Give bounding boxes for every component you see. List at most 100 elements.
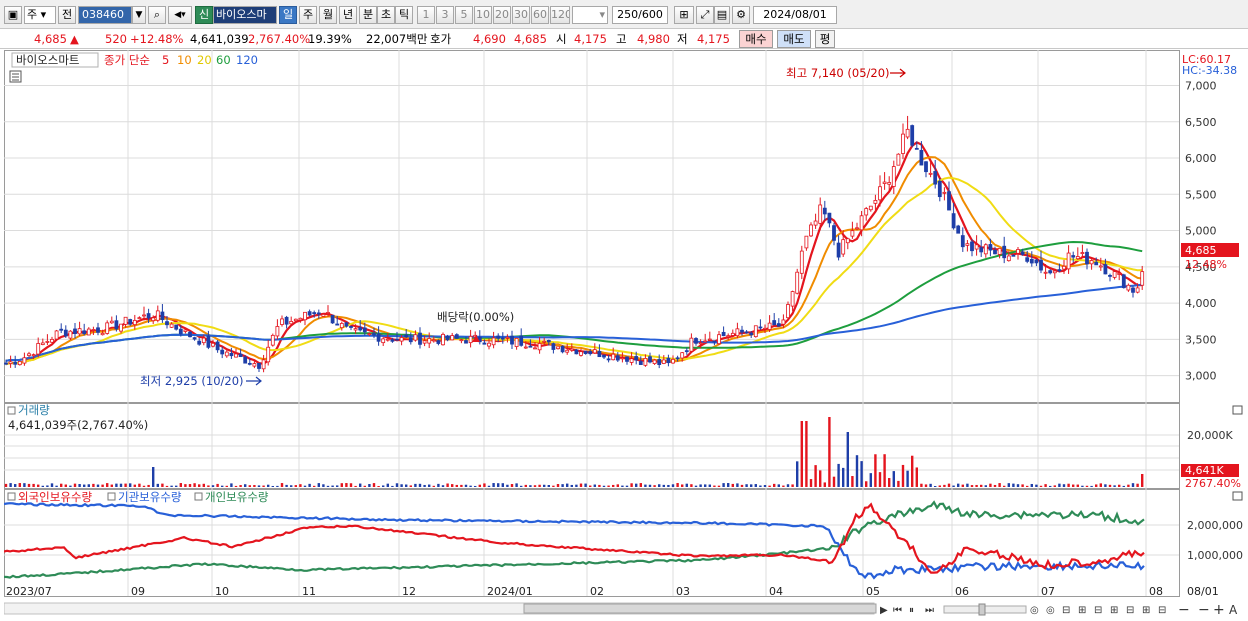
period-month[interactable]: 월 [319,6,337,24]
scroll-play-icon[interactable]: ▶ [880,605,888,616]
buy-button[interactable]: 매수 [739,30,773,48]
chart-tool7-icon[interactable]: ⊟ [1158,605,1166,616]
candle-body [220,349,225,355]
interval-20[interactable]: 20 [493,6,511,24]
candle-type-icon[interactable]: ⊞ [674,6,694,24]
period-year[interactable]: 년 [339,6,357,24]
period-minute[interactable]: 분 [359,6,377,24]
period-day[interactable]: 일 [279,6,297,24]
period-week[interactable]: 주 [299,6,317,24]
count-input[interactable]: 250/600 [612,6,668,24]
code-dropdown-icon[interactable]: ▼ [132,6,146,24]
candle-body [1085,251,1089,265]
candle-body [1126,284,1131,291]
chart-tool4-icon[interactable]: ⊞ [1110,605,1118,616]
chart-tool5-icon[interactable]: ⊟ [1126,605,1134,616]
chart-area[interactable]: 바이오스마트 종가 단순 5 10 20 60 120 최고 7,140 (05… [3,50,1244,618]
interval-30[interactable]: 30 [512,6,530,24]
candle-body [859,215,864,231]
eval-button[interactable]: 평 [815,30,835,48]
candle-body [450,335,455,341]
volume-bar [290,485,293,487]
candle-body [643,358,648,366]
volume-bar [87,484,90,487]
volume-collapse-icon[interactable] [7,406,16,415]
interval-120[interactable]: 120 [550,6,570,24]
chart-tool1-icon[interactable]: ⊟ [1062,605,1070,616]
stock-name-display: 바이오스마 [213,6,277,24]
candle-body [910,125,915,146]
volume-bar [828,417,831,487]
sell-button[interactable]: 매도 [777,30,811,48]
zoom-slider-handle[interactable] [978,603,986,616]
candle-body [1025,257,1030,262]
chart-tool3-icon[interactable]: ⊟ [1094,605,1102,616]
candle-body [712,340,717,343]
gear-icon[interactable]: ⚙ [732,6,750,24]
scroll-first-icon[interactable]: ⏮ [893,605,902,616]
chart-tool2-icon[interactable]: ⊞ [1078,605,1086,616]
holdings-collapse-icon[interactable] [7,492,16,501]
zoom-in-icon[interactable]: + [1213,602,1225,618]
candle-body [537,343,542,351]
stock-code-input[interactable]: 038460 [78,6,132,24]
candle-body [165,321,169,326]
volume-bar [607,485,610,487]
volume-bar [27,483,31,487]
zoom-out-icon[interactable]: − [1178,602,1190,618]
scrollbar-thumb[interactable] [523,603,877,614]
volume-bar [1016,484,1020,487]
volume-bar [773,483,776,487]
candle-body [188,331,192,338]
interval-60[interactable]: 60 [531,6,549,24]
candle-body [827,212,832,224]
screen-menu-icon[interactable]: ▣ [4,6,22,24]
date-input[interactable]: 2024/08/01 [753,6,837,24]
volume-panel-close-icon[interactable] [1232,405,1243,415]
volume-bar [156,483,159,487]
period-tick[interactable]: 틱 [395,6,413,24]
text-size-icon[interactable]: A [1229,603,1238,617]
x-axis-label: 11 [302,585,316,598]
type-select[interactable]: 주 ▾ [24,6,56,24]
zoom-area-icon[interactable]: ◎ [1046,605,1055,616]
scroll-last-icon[interactable]: ⏭ [925,605,934,616]
draw-tool-icon[interactable]: ⤢ [696,6,714,24]
candle-body [1103,264,1108,275]
candle-body [487,342,491,347]
candle-body [63,329,68,337]
volume-bar [1108,484,1112,487]
volume-bar [170,485,173,487]
candle-body [376,333,381,342]
speaker-icon[interactable]: ◀▾ [168,6,192,24]
chart-tool6-icon[interactable]: ⊞ [1142,605,1150,616]
candle-body [114,320,119,330]
period-second[interactable]: 초 [377,6,395,24]
zoom-reset-icon[interactable]: − [1198,602,1210,618]
type-select-value: 주 [27,8,38,21]
scroll-pause-icon[interactable]: ⏸ [909,605,914,616]
interval-1[interactable]: 1 [417,6,435,24]
save-icon[interactable]: ▤ [714,6,730,24]
volume-bar [478,484,481,487]
search-icon[interactable]: ⌕ [148,6,166,24]
volume-bar [248,485,251,487]
x-axis-label: 08 [1149,585,1163,598]
volume-bar [382,485,385,487]
custom-interval-input[interactable]: ▾ [572,6,608,24]
interval-10[interactable]: 10 [474,6,492,24]
candle-body [206,335,211,348]
volume-bar [998,483,1001,487]
volume-bar [460,484,463,487]
candle-body [1121,274,1126,289]
prev-button[interactable]: 전 [58,6,76,24]
candle-body [717,334,721,345]
volume-bar [676,483,679,487]
holdings-panel-close-icon[interactable] [1232,491,1243,501]
zoom-fit-icon[interactable]: ◎ [1030,605,1039,616]
holdings-panel[interactable] [4,489,1180,597]
interval-3[interactable]: 3 [436,6,454,24]
volume-bar [924,484,928,487]
candle-body [119,323,123,332]
interval-5[interactable]: 5 [455,6,473,24]
